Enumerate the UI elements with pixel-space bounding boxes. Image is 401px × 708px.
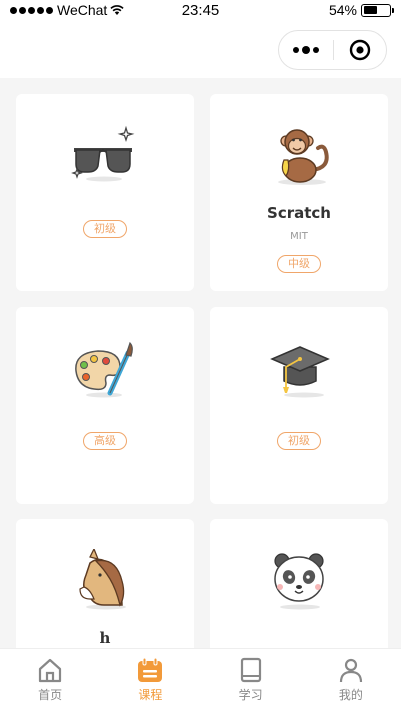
monkey-icon: [278, 129, 329, 185]
panda-icon: [274, 553, 324, 610]
graduation-cap-icon: [270, 346, 330, 398]
battery-icon: [361, 3, 394, 17]
sunglasses-icon: [71, 125, 135, 182]
course-level-badge: 初级: [277, 432, 321, 450]
course-level-badge: 中级: [277, 255, 321, 273]
tab-label: 首页: [38, 688, 63, 702]
status-bar: WeChat 23:45 54%: [0, 0, 401, 22]
calendar-icon: [138, 657, 163, 682]
tab-label: 学习: [238, 688, 263, 702]
tab-label: 我的: [338, 688, 363, 702]
course-title: Scratch: [267, 204, 331, 222]
course-card[interactable]: 高级: [16, 307, 194, 504]
course-card[interactable]: 初级: [210, 307, 388, 504]
target-circle-icon[interactable]: [334, 31, 386, 69]
battery-info: 54%: [328, 2, 394, 18]
course-card[interactable]: h: [16, 519, 194, 648]
mini-program-capsule: [278, 30, 387, 70]
tab-courses[interactable]: 课程: [100, 649, 200, 708]
course-card[interactable]: [210, 519, 388, 648]
tab-bar: 首页 课程 学习 我的: [0, 648, 401, 708]
home-icon: [39, 658, 62, 683]
horse-icon: [79, 549, 126, 610]
course-title: h: [99, 629, 111, 647]
more-dots-icon[interactable]: [279, 31, 333, 69]
course-grid: 初级 Scratch MIT 中级 高级 初级 h: [0, 78, 401, 648]
nav-bar: [0, 22, 401, 78]
course-card[interactable]: Scratch MIT 中级: [210, 94, 388, 291]
tab-study[interactable]: 学习: [201, 649, 301, 708]
user-icon: [339, 658, 362, 683]
tab-home[interactable]: 首页: [0, 649, 100, 708]
paint-palette-icon: [75, 341, 133, 398]
course-level-badge: 高级: [83, 432, 127, 450]
battery-percent: 54%: [328, 2, 357, 18]
course-card[interactable]: 初级: [16, 94, 194, 291]
course-level-badge: 初级: [83, 220, 127, 238]
tab-mine[interactable]: 我的: [301, 649, 401, 708]
tab-label: 课程: [138, 688, 163, 702]
book-icon: [240, 657, 261, 683]
course-subtitle: MIT: [290, 231, 308, 242]
